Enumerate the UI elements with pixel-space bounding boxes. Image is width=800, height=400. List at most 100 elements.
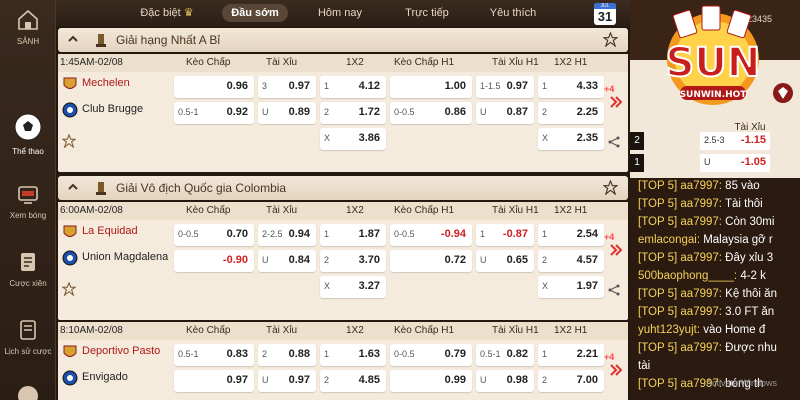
odds-value: -0.94: [440, 228, 466, 240]
odds-cell[interactable]: X 3.27: [320, 276, 386, 298]
chevron-up-icon[interactable]: [66, 180, 80, 194]
odds-cell[interactable]: U 0.89: [258, 102, 316, 124]
odds-cell[interactable]: U 0.87: [476, 102, 534, 124]
calendar-button[interactable]: JUL 31: [594, 3, 616, 25]
sidebar-item-history[interactable]: Lịch sử cược: [0, 318, 56, 356]
odds-value: 4.57: [576, 254, 598, 266]
odds-cell[interactable]: 0.5-1 0.92: [174, 102, 254, 124]
mini-odds-cell[interactable]: 2.5-3 -1.15: [700, 132, 770, 150]
odds-cell[interactable]: 0.97: [174, 370, 254, 392]
top-tab-bar: Đặc biệt ♛ Đầu sớm Hôm nay Trực tiếp Yêu…: [56, 0, 630, 26]
odds-value: 4.12: [358, 80, 380, 92]
favorite-star-icon[interactable]: [62, 134, 76, 148]
column-header: Tài Xỉu H1: [492, 325, 539, 336]
more-markets-count[interactable]: +4: [604, 352, 614, 362]
odds-cell[interactable]: 1 2.54: [538, 224, 604, 246]
odds-cell[interactable]: 3 0.97: [258, 76, 316, 98]
chat-message: [TOP 5] aa7997: Được nhu: [638, 342, 777, 354]
sidebar-item-label: Lịch sử cược: [4, 347, 52, 356]
odds-cell[interactable]: 2 1.72: [320, 102, 386, 124]
sidebar-item-sports[interactable]: Thể thao: [0, 112, 56, 156]
mini-odds-cell[interactable]: U -1.05: [700, 154, 770, 172]
handicap-value: 2: [324, 375, 330, 385]
odds-cell[interactable]: 2 7.00: [538, 370, 604, 392]
lobby-button[interactable]: SẢNH: [0, 8, 56, 46]
favorite-star-icon[interactable]: [62, 282, 76, 296]
odds-cell[interactable]: 1 2.21: [538, 344, 604, 366]
odds-cell[interactable]: 0-0.5 0.86: [390, 102, 472, 124]
league-header[interactable]: Giải Vô địch Quốc gia Colombia: [58, 176, 628, 200]
odds-value: 4.85: [358, 374, 380, 386]
sidebar-item-live[interactable]: Xem bóng: [0, 182, 56, 220]
odds-cell[interactable]: 1-1.5 0.97: [476, 76, 534, 98]
double-chevron-right-icon[interactable]: [608, 242, 624, 258]
double-chevron-right-icon[interactable]: [608, 362, 624, 378]
odds-cell[interactable]: U 0.65: [476, 250, 534, 272]
tab-special[interactable]: Đặc biệt ♛: [132, 4, 202, 22]
odds-value: 0.65: [506, 254, 528, 266]
tab-today[interactable]: Hôm nay: [310, 4, 370, 22]
league-trophy-icon: [96, 34, 106, 47]
odds-value: 1.00: [444, 80, 466, 92]
odds-cell[interactable]: 1 1.87: [320, 224, 386, 246]
odds-cell[interactable]: 1 4.12: [320, 76, 386, 98]
handicap-value: 0-0.5: [394, 107, 415, 117]
odds-cell[interactable]: X 1.97: [538, 276, 604, 298]
odds-cell[interactable]: 1 4.33: [538, 76, 604, 98]
odds-cell[interactable]: 0-0.5 -0.94: [390, 224, 472, 246]
odds-cell[interactable]: 1 -0.87: [476, 224, 534, 246]
away-team[interactable]: Envigado: [60, 368, 176, 390]
odds-cell[interactable]: 2 4.85: [320, 370, 386, 392]
handicap-value: 2: [324, 255, 330, 265]
home-team[interactable]: Mechelen: [60, 74, 176, 96]
odds-value: -0.87: [502, 228, 528, 240]
odds-cell[interactable]: 1 1.63: [320, 344, 386, 366]
odds-cell[interactable]: 2 2.25: [538, 102, 604, 124]
chat-panel[interactable]: [TOP 5] aa7997: 85 vào [TOP 5] aa7997: Tà…: [630, 178, 800, 400]
favorite-star-icon[interactable]: [603, 180, 618, 195]
odds-cell[interactable]: 0.96: [174, 76, 254, 98]
tab-favorites[interactable]: Yêu thích: [482, 4, 544, 22]
team-logo-icon: [63, 77, 77, 89]
share-icon[interactable]: [608, 136, 620, 148]
odds-cell[interactable]: U 0.98: [476, 370, 534, 392]
odds-cell[interactable]: 0-0.5 0.70: [174, 224, 254, 246]
odds-cell[interactable]: 0-0.5 0.79: [390, 344, 472, 366]
handicap-value: U: [480, 375, 487, 385]
odds-cell[interactable]: U 0.84: [258, 250, 316, 272]
odds-value: 0.94: [288, 228, 310, 240]
more-markets-count[interactable]: +4: [604, 84, 614, 94]
odds-cell[interactable]: 0.5-1 0.82: [476, 344, 534, 366]
odds-cell[interactable]: 1.00: [390, 76, 472, 98]
odds-value: 0.99: [444, 374, 466, 386]
share-icon[interactable]: [608, 284, 620, 296]
odds-value: 0.84: [288, 254, 310, 266]
tab-early[interactable]: Đầu sớm: [222, 4, 288, 22]
handicap-value: 0-0.5: [178, 229, 199, 239]
double-chevron-right-icon[interactable]: [608, 94, 624, 110]
sidebar-item-parlay[interactable]: Cược xiên: [0, 250, 56, 288]
league-header[interactable]: Giải hạng Nhất A Bỉ: [58, 28, 628, 52]
tab-live[interactable]: Trực tiếp: [396, 4, 458, 22]
odds-cell[interactable]: 0.72: [390, 250, 472, 272]
odds-cell[interactable]: 0.99: [390, 370, 472, 392]
home-team[interactable]: Deportivo Pasto: [60, 342, 176, 364]
chevron-up-icon[interactable]: [66, 32, 80, 46]
odds-cell[interactable]: 2 3.70: [320, 250, 386, 272]
odds-cell[interactable]: X 2.35: [538, 128, 604, 150]
handicap-value: X: [542, 281, 549, 291]
away-team[interactable]: Club Brugge: [60, 100, 176, 122]
odds-value: 0.97: [288, 374, 310, 386]
chat-username: [TOP 5] aa7997:: [638, 216, 722, 228]
odds-cell[interactable]: U 0.97: [258, 370, 316, 392]
odds-cell[interactable]: -0.90: [174, 250, 254, 272]
home-team[interactable]: La Equidad: [60, 222, 176, 244]
odds-cell[interactable]: 2-2.5 0.94: [258, 224, 316, 246]
odds-cell[interactable]: 2 4.57: [538, 250, 604, 272]
away-team[interactable]: Union Magdalena: [60, 248, 176, 270]
more-markets-count[interactable]: +4: [604, 232, 614, 242]
favorite-star-icon[interactable]: [603, 32, 618, 47]
odds-cell[interactable]: 2 0.88: [258, 344, 316, 366]
odds-cell[interactable]: 0.5-1 0.83: [174, 344, 254, 366]
odds-cell[interactable]: X 3.86: [320, 128, 386, 150]
